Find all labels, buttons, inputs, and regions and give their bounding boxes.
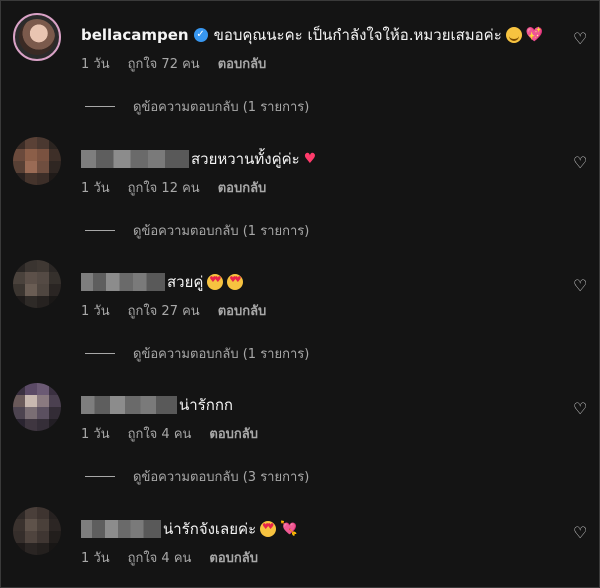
heart-emoji-icon: ♥ [303, 151, 317, 167]
comment-likes[interactable]: ถูกใจ 4 คน [128, 423, 192, 444]
avatar[interactable] [13, 507, 61, 555]
comment-item: น่ารักกก 1 วัน ถูกใจ 4 คน ตอบกลับ ดูข้อค… [1, 371, 600, 485]
comment-meta: 1 วัน ถูกใจ 12 คน ตอบกลับ [81, 177, 266, 198]
view-replies-label: ดูข้อความตอบกลับ (1 รายการ) [133, 224, 310, 239]
heart-icon[interactable]: ♡ [573, 401, 589, 417]
comment-time[interactable]: 1 วัน [81, 423, 110, 444]
heart-eyes-emoji-icon [227, 274, 244, 290]
reply-button[interactable]: ตอบกลับ [209, 547, 258, 568]
reply-button[interactable]: ตอบกลับ [209, 423, 258, 444]
heart-with-arrow-emoji-icon: 💘 [280, 521, 298, 537]
comment-text: สวยคู่ [167, 273, 204, 291]
reply-button[interactable]: ตอบกลับ [218, 53, 267, 74]
view-replies-label: ดูข้อความตอบกลับ (1 รายการ) [133, 100, 310, 115]
comment-text: ขอบคุณนะคะ เป็นกำลังใจให้อ.หมวยเสมอค่ะ [213, 26, 502, 44]
avatar[interactable] [13, 13, 61, 61]
verified-badge-icon: ✓ [193, 28, 208, 42]
comment-time[interactable]: 1 วัน [81, 53, 110, 74]
comment-time[interactable]: 1 วัน [81, 547, 110, 568]
comment-likes[interactable]: ถูกใจ 27 คน [128, 300, 200, 321]
comment-item: สวยหวานทั้งคู่ค่ะ ♥ 1 วัน ถูกใจ 12 คน ตอ… [1, 125, 600, 239]
comment-text-row: สวยคู่ [81, 270, 244, 294]
sparkling-heart-emoji-icon: 💖 [525, 27, 544, 43]
heart-icon[interactable]: ♡ [573, 31, 589, 47]
view-replies-button[interactable]: ดูข้อความตอบกลับ (1 รายการ) [85, 343, 309, 364]
smiling-face-emoji-icon [505, 27, 522, 43]
comment-item: สวยคู่ 1 วัน ถูกใจ 27 คน ตอบกลับ ดูข้อคว… [1, 248, 600, 362]
comment-meta: 1 วัน ถูกใจ 27 คน ตอบกลับ [81, 300, 266, 321]
comment-text-row: น่ารักจังเลยค่ะ 💘 [81, 517, 298, 541]
heart-eyes-emoji-icon [207, 274, 224, 290]
view-replies-button[interactable]: ดูข้อความตอบกลับ (3 รายการ) [85, 466, 309, 487]
comment-meta: 1 วัน ถูกใจ 4 คน ตอบกลับ [81, 423, 258, 444]
comment-text-row: bellacampen ✓ ขอบคุณนะคะ เป็นกำลังใจให้อ… [81, 23, 543, 47]
view-replies-button[interactable]: ดูข้อความตอบกลับ (1 รายการ) [85, 220, 309, 241]
view-replies-label: ดูข้อความตอบกลับ (3 รายการ) [133, 470, 310, 485]
avatar[interactable] [13, 137, 61, 185]
comment-username[interactable]: bellacampen [81, 26, 189, 44]
comment-item: น่ารักจังเลยค่ะ 💘 1 วัน ถูกใจ 4 คน ตอบกล… [1, 495, 600, 587]
divider-line [85, 353, 115, 354]
heart-icon[interactable]: ♡ [573, 278, 589, 294]
comment-text-row: น่ารักกก [81, 393, 233, 417]
comment-likes[interactable]: ถูกใจ 72 คน [128, 53, 200, 74]
divider-line [85, 106, 115, 107]
comment-text-row: สวยหวานทั้งคู่ค่ะ ♥ [81, 147, 316, 171]
blurred-username[interactable] [81, 520, 161, 538]
comment-item: bellacampen ✓ ขอบคุณนะคะ เป็นกำลังใจให้อ… [1, 1, 600, 115]
comment-meta: 1 วัน ถูกใจ 4 คน ตอบกลับ [81, 547, 258, 568]
blurred-username[interactable] [81, 150, 189, 168]
blurred-username[interactable] [81, 273, 165, 291]
heart-icon[interactable]: ♡ [573, 155, 589, 171]
divider-line [85, 476, 115, 477]
blurred-username[interactable] [81, 396, 177, 414]
reply-button[interactable]: ตอบกลับ [218, 177, 267, 198]
heart-icon[interactable]: ♡ [573, 525, 589, 541]
reply-button[interactable]: ตอบกลับ [218, 300, 267, 321]
avatar[interactable] [13, 260, 61, 308]
view-replies-button[interactable]: ดูข้อความตอบกลับ (1 รายการ) [85, 96, 309, 117]
divider-line [85, 230, 115, 231]
comment-text: น่ารักจังเลยค่ะ [163, 520, 257, 538]
comment-text: สวยหวานทั้งคู่ค่ะ [191, 150, 300, 168]
heart-eyes-emoji-icon [260, 521, 277, 537]
comment-likes[interactable]: ถูกใจ 12 คน [128, 177, 200, 198]
comments-panel: bellacampen ✓ ขอบคุณนะคะ เป็นกำลังใจให้อ… [0, 0, 600, 588]
avatar[interactable] [13, 383, 61, 431]
comment-time[interactable]: 1 วัน [81, 177, 110, 198]
view-replies-label: ดูข้อความตอบกลับ (1 รายการ) [133, 347, 310, 362]
comment-time[interactable]: 1 วัน [81, 300, 110, 321]
comment-text: น่ารักกก [179, 396, 233, 414]
comment-meta: 1 วัน ถูกใจ 72 คน ตอบกลับ [81, 53, 266, 74]
comment-likes[interactable]: ถูกใจ 4 คน [128, 547, 192, 568]
